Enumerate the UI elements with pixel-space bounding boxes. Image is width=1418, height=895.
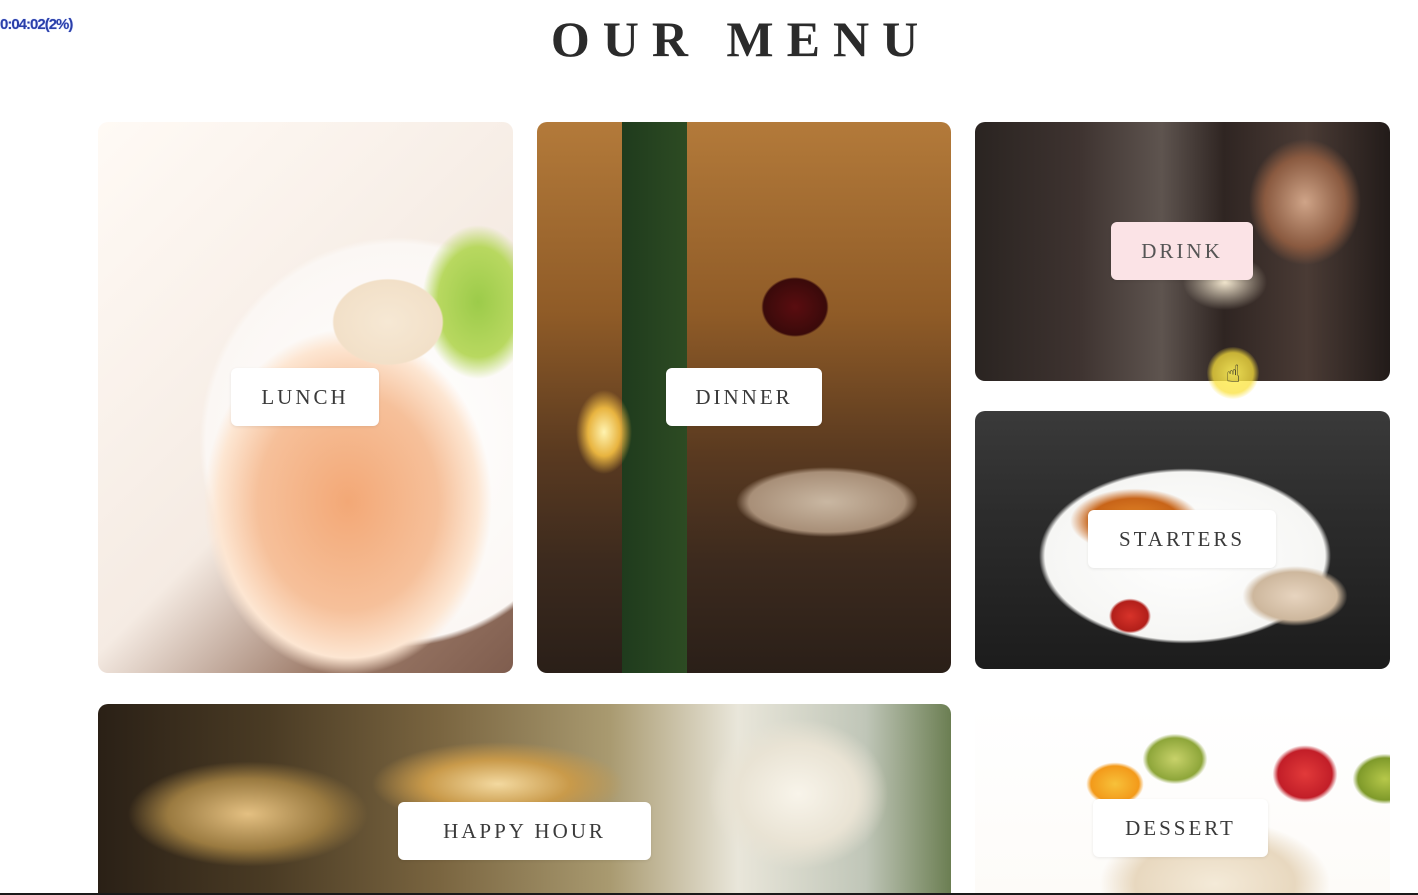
menu-card-drink[interactable]: DRINK: [975, 122, 1390, 381]
menu-card-dessert[interactable]: DESSERT: [975, 704, 1390, 895]
menu-card-lunch-label[interactable]: LUNCH: [231, 368, 379, 426]
menu-card-dessert-label[interactable]: DESSERT: [1093, 799, 1268, 857]
menu-card-happy-hour-label[interactable]: HAPPY HOUR: [398, 802, 651, 860]
section-title: OUR MENU: [550, 11, 932, 67]
menu-card-dinner-label[interactable]: DINNER: [666, 368, 822, 426]
happy-hour-image: [98, 704, 951, 895]
menu-card-drink-label[interactable]: DRINK: [1111, 222, 1253, 280]
hand-pointer-icon: ☝: [1226, 360, 1241, 388]
menu-card-starters-label[interactable]: STARTERS: [1088, 510, 1276, 568]
menu-card-starters[interactable]: STARTERS: [975, 411, 1390, 669]
menu-page: 0:04:02(2%) OUR MENU LUNCH DINNER DRINK …: [0, 0, 1418, 895]
menu-card-lunch[interactable]: LUNCH: [98, 122, 513, 673]
menu-card-dinner[interactable]: DINNER: [537, 122, 951, 673]
menu-card-happy-hour[interactable]: HAPPY HOUR: [98, 704, 951, 895]
